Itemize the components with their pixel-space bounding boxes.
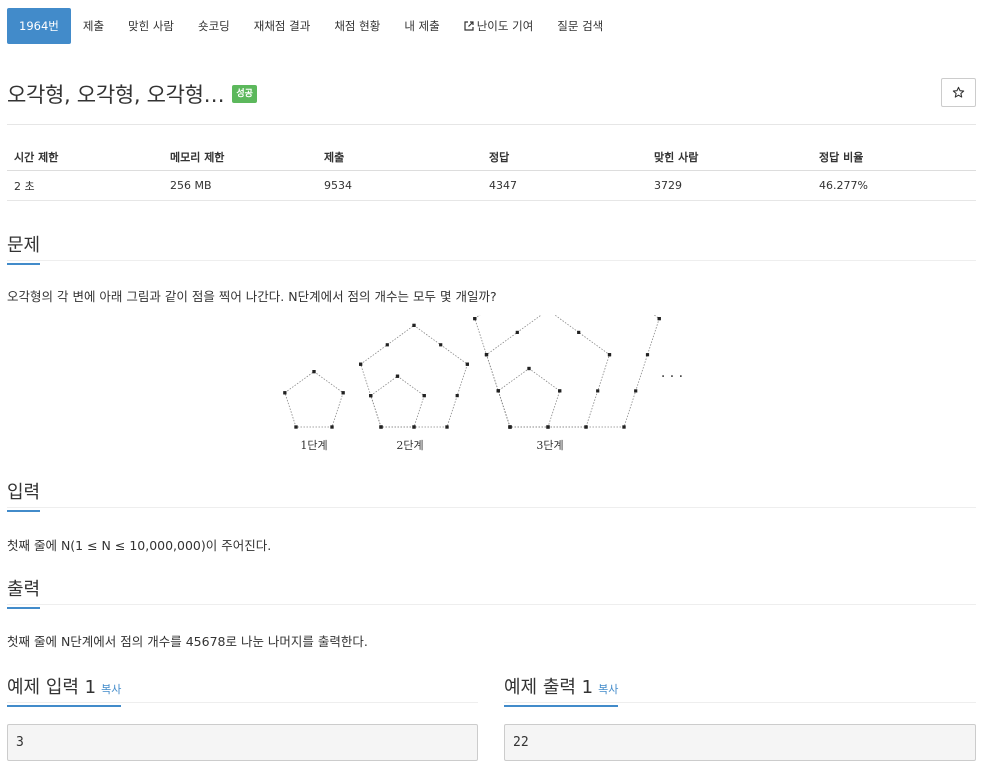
table-row: 2 초 256 MB 9534 4347 3729 46.277% (7, 171, 976, 201)
sample-output-title: 예제 출력 1 (504, 677, 594, 698)
page-title: 오각형, 오각형, 오각형… (7, 83, 225, 107)
header-submissions: 제출 (324, 150, 345, 164)
stage-1-pentagon-1 (284, 371, 344, 428)
header-accept-ratio: 정답 비율 (819, 150, 864, 164)
output-section-divider (7, 604, 976, 605)
star-icon (952, 86, 965, 98)
stage-3-dot (634, 389, 638, 393)
stage-2-dot (455, 394, 459, 398)
stage-3-dot (546, 425, 550, 429)
problem-description: 오각형의 각 변에 아래 그림과 같이 점을 찍어 나간다. N단계에서 점의 … (7, 289, 497, 304)
header-memory-limit: 메모리 제한 (170, 150, 225, 164)
stage-1-dot (283, 391, 287, 395)
stage-3-dot (645, 353, 650, 357)
value-time-limit: 2 초 (14, 179, 35, 193)
stage-3-dot (577, 330, 581, 334)
stage-1-dot (341, 391, 345, 395)
stage-3-label: 3단계 (536, 439, 563, 452)
problem-info-table: 시간 제한 메모리 제한 제출 정답 맞힌 사람 정답 비율 2 초 256 M… (7, 143, 976, 201)
value-accept-ratio: 46.277% (819, 179, 868, 192)
status-badge: 성공 (232, 85, 257, 103)
tab-submit[interactable]: 제출 (71, 8, 116, 44)
stage-3-pentagon-2 (486, 315, 610, 428)
tab-my-submissions[interactable]: 내 제출 (392, 8, 451, 44)
stage-2-dot (465, 362, 469, 366)
table-header-row: 시간 제한 메모리 제한 제출 정답 맞힌 사람 정답 비율 (7, 143, 976, 171)
stage-3-dot (473, 317, 477, 321)
stage-3-dot (657, 317, 661, 321)
stage-2-dot (412, 425, 416, 429)
input-section-divider (7, 507, 976, 508)
stage-2-dot (385, 343, 389, 347)
stage-3-dot (484, 353, 489, 357)
input-section-heading: 입력 (7, 478, 41, 512)
stage-2-dot (359, 362, 363, 366)
sample-input-divider (7, 702, 478, 703)
value-solved-users: 3729 (654, 179, 682, 192)
stage-3-dot (622, 425, 626, 429)
stage-3-dot (527, 366, 531, 371)
stage-3-pentagon-1 (497, 368, 561, 428)
tab-problem-number[interactable]: 1964번 (7, 8, 71, 44)
sample-input-title: 예제 입력 1 (7, 677, 97, 698)
stage-1-dot (294, 425, 298, 429)
tab-solved-users[interactable]: 맞힌 사람 (116, 8, 186, 44)
stage-2-dot (445, 425, 449, 429)
tab-difficulty-label: 난이도 기여 (476, 19, 534, 33)
sample-output-box[interactable]: 22 (504, 724, 976, 761)
sample-input-heading: 예제 입력 1 복사 (7, 673, 122, 707)
sample-output-divider (504, 702, 976, 703)
stage-3-pentagon-3 (474, 315, 660, 428)
stage-3-dot (607, 353, 612, 357)
value-accepted: 4347 (489, 179, 517, 192)
tab-rejudge-results[interactable]: 재채점 결과 (242, 8, 323, 44)
header-accepted: 정답 (489, 150, 510, 164)
external-link-icon (464, 21, 474, 31)
pentagon-dots-figure: 1단계 2단계 3단계 · · · (283, 315, 683, 452)
stage-2-dot (439, 343, 443, 347)
header-time-limit: 시간 제한 (14, 150, 59, 164)
figure-ellipsis: · · · (661, 369, 683, 385)
problem-section-heading: 문제 (7, 231, 41, 265)
stage-3-dot (584, 425, 588, 429)
stage-3-dot (508, 425, 512, 429)
stage-2-pentagon-1 (370, 375, 425, 428)
stage-3-dot (496, 389, 500, 393)
copy-sample-input-button[interactable]: 복사 (101, 683, 121, 696)
stage-2-dot (369, 394, 373, 398)
stage-2-dot (395, 374, 400, 378)
header-solved-users: 맞힌 사람 (654, 150, 699, 164)
problem-menu-tabs: 1964번 제출 맞힌 사람 숏코딩 재채점 결과 채점 현황 내 제출 난이도… (7, 8, 615, 44)
stage-2-dot (412, 323, 416, 327)
sample-output-heading: 예제 출력 1 복사 (504, 673, 619, 707)
tab-question-search[interactable]: 질문 검색 (545, 8, 615, 44)
tab-difficulty-contribution[interactable]: 난이도 기여 (452, 8, 546, 44)
star-button[interactable] (941, 78, 976, 107)
input-description: 첫째 줄에 N(1 ≤ N ≤ 10,000,000)이 주어진다. (7, 538, 272, 553)
stage-3-dot (515, 330, 519, 334)
stage-2-dot (379, 425, 383, 429)
stage-3-dot (558, 389, 562, 393)
copy-sample-output-button[interactable]: 복사 (598, 683, 618, 696)
title-divider (7, 124, 976, 125)
stage-2-pentagon-2 (360, 324, 468, 428)
output-description: 첫째 줄에 N단계에서 점의 개수를 45678로 나눈 나머지를 출력한다. (7, 634, 368, 649)
problem-title-row: 오각형, 오각형, 오각형… 성공 (7, 78, 257, 110)
tab-judge-status[interactable]: 채점 현황 (322, 8, 392, 44)
value-submissions: 9534 (324, 179, 352, 192)
stage-3-dot (596, 389, 600, 393)
stage-2-label: 2단계 (396, 439, 423, 452)
figure-lines (284, 315, 660, 428)
value-memory-limit: 256 MB (170, 179, 212, 192)
stage-1-dot (312, 370, 316, 374)
problem-section-divider (7, 260, 976, 261)
tab-short-coding[interactable]: 숏코딩 (186, 8, 242, 44)
sample-input-box[interactable]: 3 (7, 724, 478, 761)
stage-2-dot (422, 394, 426, 398)
stage-1-dot (330, 425, 334, 429)
stage-1-label: 1단계 (300, 439, 327, 452)
output-section-heading: 출력 (7, 575, 41, 609)
